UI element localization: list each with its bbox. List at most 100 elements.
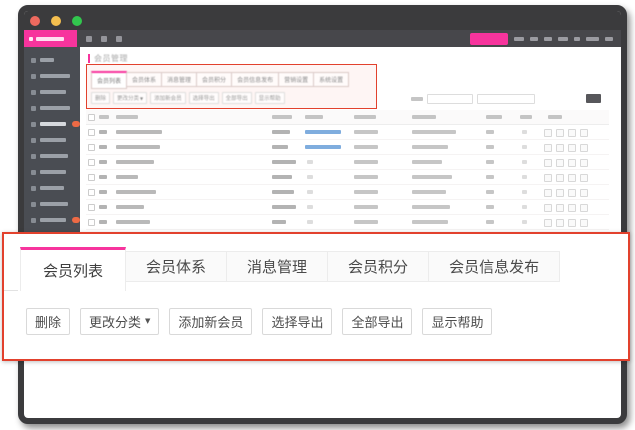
search-input[interactable] [427,94,473,104]
mini-tab-member-points[interactable]: 会员积分 [197,72,232,87]
row-checkbox[interactable] [88,144,95,151]
table-row[interactable] [86,215,609,230]
row-action-button[interactable] [556,159,564,167]
row-action-button[interactable] [544,144,552,152]
row-action-button[interactable] [568,159,576,167]
mini-tab-marketing-settings[interactable]: 营销设置 [279,72,314,87]
header-link[interactable] [574,37,580,41]
mini-tab-message-management[interactable]: 消息管理 [162,72,197,87]
mini-sidebar-item[interactable] [24,148,80,164]
search-button[interactable] [586,94,601,103]
mini-sidebar-item[interactable] [24,52,80,68]
minimize-window-button[interactable] [51,16,61,26]
header-link[interactable] [558,37,568,41]
row-action-button[interactable] [580,159,588,167]
mini-change-category-dropdown[interactable]: 更改分类 ▼ [113,92,147,104]
tab-member-points[interactable]: 会员积分 [328,251,429,282]
sidebar-item-icon [31,154,36,159]
mini-sidebar-item[interactable] [24,180,80,196]
row-action-button[interactable] [544,189,552,197]
table-row[interactable] [86,170,609,185]
row-action-button[interactable] [580,219,588,227]
row-action-button[interactable] [556,129,564,137]
sidebar-item-icon [31,90,36,95]
app-body: 会员管理 会员列表 会员体系 消息管理 会员积分 会员信息发布 营销设置 系统设… [24,47,621,232]
add-member-button[interactable]: 添加新会员 [169,308,252,335]
row-action-button[interactable] [556,204,564,212]
delete-button[interactable]: 删除 [26,308,70,335]
row-action-button[interactable] [556,174,564,182]
header-link[interactable] [544,37,552,41]
table-row[interactable] [86,155,609,170]
row-action-button[interactable] [580,129,588,137]
header-refresh-icon[interactable] [86,36,92,42]
mini-sidebar-item[interactable] [24,84,80,100]
search-keyword-input[interactable] [477,94,535,104]
highlight-rectangle: 会员列表 会员体系 消息管理 会员积分 会员信息发布 营销设置 系统设置 删除 … [86,64,377,109]
row-action-button[interactable] [568,189,576,197]
row-action-button[interactable] [544,174,552,182]
table-row[interactable] [86,185,609,200]
row-action-button[interactable] [580,174,588,182]
row-checkbox[interactable] [88,174,95,181]
show-help-button[interactable]: 显示帮助 [422,308,492,335]
mini-export-all-button[interactable]: 全部导出 [222,92,252,104]
row-action-button[interactable] [568,219,576,227]
export-selected-button[interactable]: 选择导出 [262,308,332,335]
mini-sidebar-item[interactable] [24,100,80,116]
row-action-button[interactable] [544,219,552,227]
header-link[interactable] [586,37,599,41]
export-all-button[interactable]: 全部导出 [342,308,412,335]
mini-tab-member-info-publish[interactable]: 会员信息发布 [232,72,279,87]
tab-message-management[interactable]: 消息管理 [227,251,328,282]
row-action-button[interactable] [580,204,588,212]
mini-sidebar-item[interactable] [24,132,80,148]
change-category-dropdown[interactable]: 更改分类 ▼ [80,308,159,335]
row-action-button[interactable] [544,204,552,212]
table-row[interactable] [86,125,609,140]
mini-tab-member-system[interactable]: 会员体系 [127,72,162,87]
mini-delete-button[interactable]: 删除 [91,92,110,104]
row-action-button[interactable] [544,159,552,167]
table-row[interactable] [86,140,609,155]
row-action-button[interactable] [556,144,564,152]
select-all-checkbox[interactable] [88,114,95,121]
mini-sidebar-item[interactable] [24,116,80,132]
row-action-button[interactable] [580,189,588,197]
table-row[interactable] [86,200,609,215]
row-action-button[interactable] [568,174,576,182]
header-menu-icon[interactable] [101,36,107,42]
app-logo[interactable] [24,30,77,47]
mini-sidebar-item[interactable] [24,68,80,84]
row-checkbox[interactable] [88,129,95,136]
mini-show-help-button[interactable]: 显示帮助 [255,92,285,104]
row-checkbox[interactable] [88,159,95,166]
mini-tab-member-list[interactable]: 会员列表 [91,71,127,89]
mini-sidebar-item[interactable] [24,212,80,228]
header-link[interactable] [605,37,613,41]
row-action-button[interactable] [556,219,564,227]
mini-sidebar-item[interactable] [24,164,80,180]
header-link[interactable] [530,37,538,41]
header-primary-button[interactable] [470,33,508,45]
mini-tab-system-settings[interactable]: 系统设置 [314,72,349,87]
row-action-button[interactable] [568,204,576,212]
tab-member-info-publish[interactable]: 会员信息发布 [429,251,560,282]
header-home-icon[interactable] [116,36,122,42]
row-action-button[interactable] [568,144,576,152]
row-action-button[interactable] [544,129,552,137]
row-checkbox[interactable] [88,189,95,196]
row-checkbox[interactable] [88,204,95,211]
row-action-button[interactable] [580,144,588,152]
close-window-button[interactable] [30,16,40,26]
zoom-window-button[interactable] [72,16,82,26]
row-action-button[interactable] [568,129,576,137]
row-action-button[interactable] [556,189,564,197]
row-checkbox[interactable] [88,219,95,226]
tab-member-system[interactable]: 会员体系 [126,251,227,282]
mini-add-member-button[interactable]: 添加新会员 [150,92,186,104]
mini-sidebar-item[interactable] [24,196,80,212]
tab-member-list[interactable]: 会员列表 [20,247,126,291]
mini-export-selected-button[interactable]: 选择导出 [189,92,219,104]
header-link[interactable] [514,37,524,41]
